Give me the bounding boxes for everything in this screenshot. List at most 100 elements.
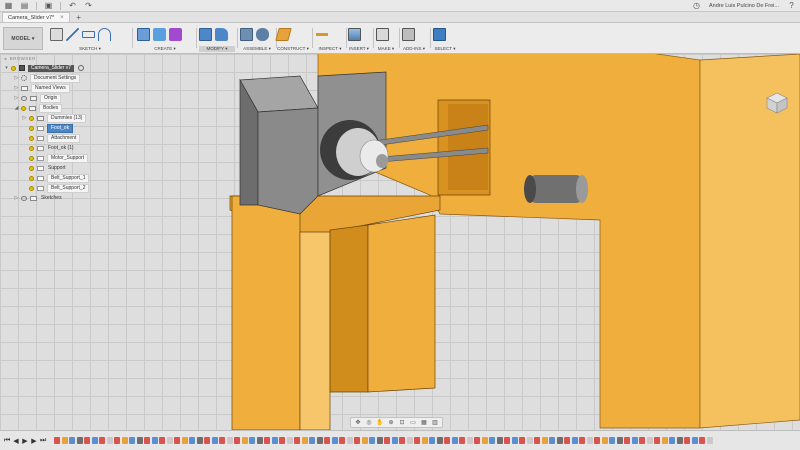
- timeline-feature-icon[interactable]: [646, 437, 653, 444]
- clock-icon[interactable]: ◷: [692, 1, 701, 10]
- create-sketch-icon[interactable]: [50, 27, 63, 41]
- browser-item-sketches[interactable]: ▷ Sketches: [0, 193, 190, 203]
- timeline-feature-icon[interactable]: [534, 437, 540, 444]
- timeline-feature-icon[interactable]: [444, 437, 450, 444]
- timeline-feature-icon[interactable]: [301, 437, 308, 444]
- visibility-icon[interactable]: [21, 95, 27, 101]
- timeline-feature-icon[interactable]: [466, 437, 473, 444]
- sketch-menu[interactable]: SKETCH ▾: [50, 46, 130, 52]
- foot-block[interactable]: [367, 214, 436, 393]
- help-icon[interactable]: ?: [787, 1, 796, 10]
- browser-item-bodies[interactable]: ◢ Bodies: [0, 103, 190, 113]
- undo-icon[interactable]: ↶: [68, 1, 77, 10]
- timeline-feature-icon[interactable]: [331, 437, 338, 444]
- fillet-icon[interactable]: [215, 27, 228, 41]
- browser-item-foot-ok[interactable]: Foot_ok: [0, 123, 190, 133]
- lightbulb-icon[interactable]: [29, 185, 34, 191]
- add-ins-menu[interactable]: ADD-INS ▾: [402, 46, 426, 52]
- timeline-feature-icon[interactable]: [219, 437, 225, 444]
- timeline-feature-icon[interactable]: [489, 437, 495, 444]
- timeline-feature-icon[interactable]: [481, 437, 488, 444]
- timeline-feature-icon[interactable]: [706, 437, 713, 444]
- timeline-feature-icon[interactable]: [121, 437, 128, 444]
- timeline-feature-icon[interactable]: [114, 437, 120, 444]
- foot-leg-left[interactable]: [231, 195, 301, 430]
- select-arrow-icon[interactable]: [433, 27, 446, 41]
- joint-icon[interactable]: [256, 27, 269, 41]
- timeline-feature-icon[interactable]: [69, 437, 75, 444]
- expand-arrow-icon[interactable]: ▷: [14, 95, 19, 101]
- timeline-feature-icon[interactable]: [241, 437, 248, 444]
- construct-group[interactable]: CONSTRUCT ▾: [275, 26, 309, 52]
- play-icon[interactable]: ▶: [22, 437, 28, 445]
- modify-group[interactable]: MODIFY ▾: [199, 26, 235, 52]
- lightbulb-icon[interactable]: [29, 165, 34, 171]
- save-icon[interactable]: ▣: [44, 1, 53, 10]
- press-pull-icon[interactable]: [199, 27, 212, 41]
- user-name[interactable]: Andre Luis Pulcino De Frei...: [709, 3, 779, 9]
- close-icon[interactable]: ×: [60, 15, 64, 21]
- expand-arrow-icon[interactable]: ◢: [14, 105, 19, 111]
- sketch-group[interactable]: SKETCH ▾: [50, 26, 130, 52]
- go-to-end-icon[interactable]: ⏭: [40, 437, 46, 445]
- timeline-feature-icon[interactable]: [174, 437, 180, 444]
- inspect-group[interactable]: INSPECT ▾: [315, 26, 345, 52]
- timeline-feature-icon[interactable]: [91, 437, 98, 444]
- timeline-feature-icon[interactable]: [624, 437, 630, 444]
- timeline-feature-icon[interactable]: [256, 437, 263, 444]
- browser-item-dummies[interactable]: ▷ Dummies (13): [0, 113, 190, 123]
- timeline-feature-icon[interactable]: [136, 437, 143, 444]
- timeline-feature-icon[interactable]: [144, 437, 150, 444]
- expand-arrow-icon[interactable]: ▾: [4, 65, 9, 71]
- extrude-icon[interactable]: [153, 27, 166, 41]
- timeline-feature-icon[interactable]: [504, 437, 510, 444]
- timeline-feature-icon[interactable]: [564, 437, 570, 444]
- timeline-feature-icon[interactable]: [339, 437, 345, 444]
- browser-item-foot-ok-1[interactable]: Foot_ok (1): [0, 143, 190, 153]
- collapse-icon[interactable]: ◂: [4, 56, 7, 62]
- redo-icon[interactable]: ↷: [84, 1, 93, 10]
- zoom-icon[interactable]: ⊕: [387, 419, 395, 426]
- offset-plane-icon[interactable]: [275, 27, 292, 41]
- lightbulb-icon[interactable]: [29, 125, 34, 131]
- grid-settings-icon[interactable]: ▦: [420, 419, 428, 426]
- timeline-feature-icon[interactable]: [579, 437, 585, 444]
- timeline-feature-icon[interactable]: [699, 437, 705, 444]
- add-ins-group[interactable]: ADD-INS ▾: [402, 26, 426, 52]
- timeline-feature-icon[interactable]: [309, 437, 315, 444]
- select-group[interactable]: SELECT ▾: [433, 26, 457, 52]
- timeline-feature-icon[interactable]: [571, 437, 578, 444]
- timeline-feature-icon[interactable]: [691, 437, 698, 444]
- browser-item-support[interactable]: Support: [0, 163, 190, 173]
- document-tab[interactable]: Camera_Slider v7* ×: [2, 12, 70, 22]
- fit-icon[interactable]: ⊡: [398, 419, 406, 426]
- timeline-feature-icon[interactable]: [196, 437, 203, 444]
- timeline-feature-icon[interactable]: [436, 437, 443, 444]
- make-menu[interactable]: MAKE ▾: [376, 46, 396, 52]
- create-group[interactable]: CREATE ▾: [137, 26, 193, 52]
- browser-item-attachment[interactable]: Attachment: [0, 133, 190, 143]
- lightbulb-icon[interactable]: [21, 105, 26, 111]
- 3d-print-icon[interactable]: [376, 27, 389, 41]
- timeline-feature-icon[interactable]: [151, 437, 158, 444]
- step-forward-icon[interactable]: ▶: [31, 437, 37, 445]
- insert-group[interactable]: INSERT ▾: [348, 26, 370, 52]
- timeline-feature-icon[interactable]: [391, 437, 398, 444]
- create-menu[interactable]: CREATE ▾: [137, 46, 193, 52]
- timeline-feature-icon[interactable]: [271, 437, 278, 444]
- inspect-menu[interactable]: INSPECT ▾: [315, 46, 345, 52]
- timeline-feature-icon[interactable]: [556, 437, 563, 444]
- measure-icon[interactable]: [315, 27, 328, 41]
- timeline-feature-icon[interactable]: [429, 437, 435, 444]
- timeline-feature-icon[interactable]: [166, 437, 173, 444]
- timeline-feature-icon[interactable]: [316, 437, 323, 444]
- box-icon[interactable]: [137, 27, 150, 41]
- timeline-feature-icon[interactable]: [211, 437, 218, 444]
- timeline-feature-icon[interactable]: [279, 437, 285, 444]
- timeline-feature-icon[interactable]: [594, 437, 600, 444]
- timeline-feature-icon[interactable]: [511, 437, 518, 444]
- timeline-feature-icon[interactable]: [204, 437, 210, 444]
- lightbulb-icon[interactable]: [29, 145, 34, 151]
- timeline-feature-icon[interactable]: [669, 437, 675, 444]
- browser-item-motor-support[interactable]: Motor_Support: [0, 153, 190, 163]
